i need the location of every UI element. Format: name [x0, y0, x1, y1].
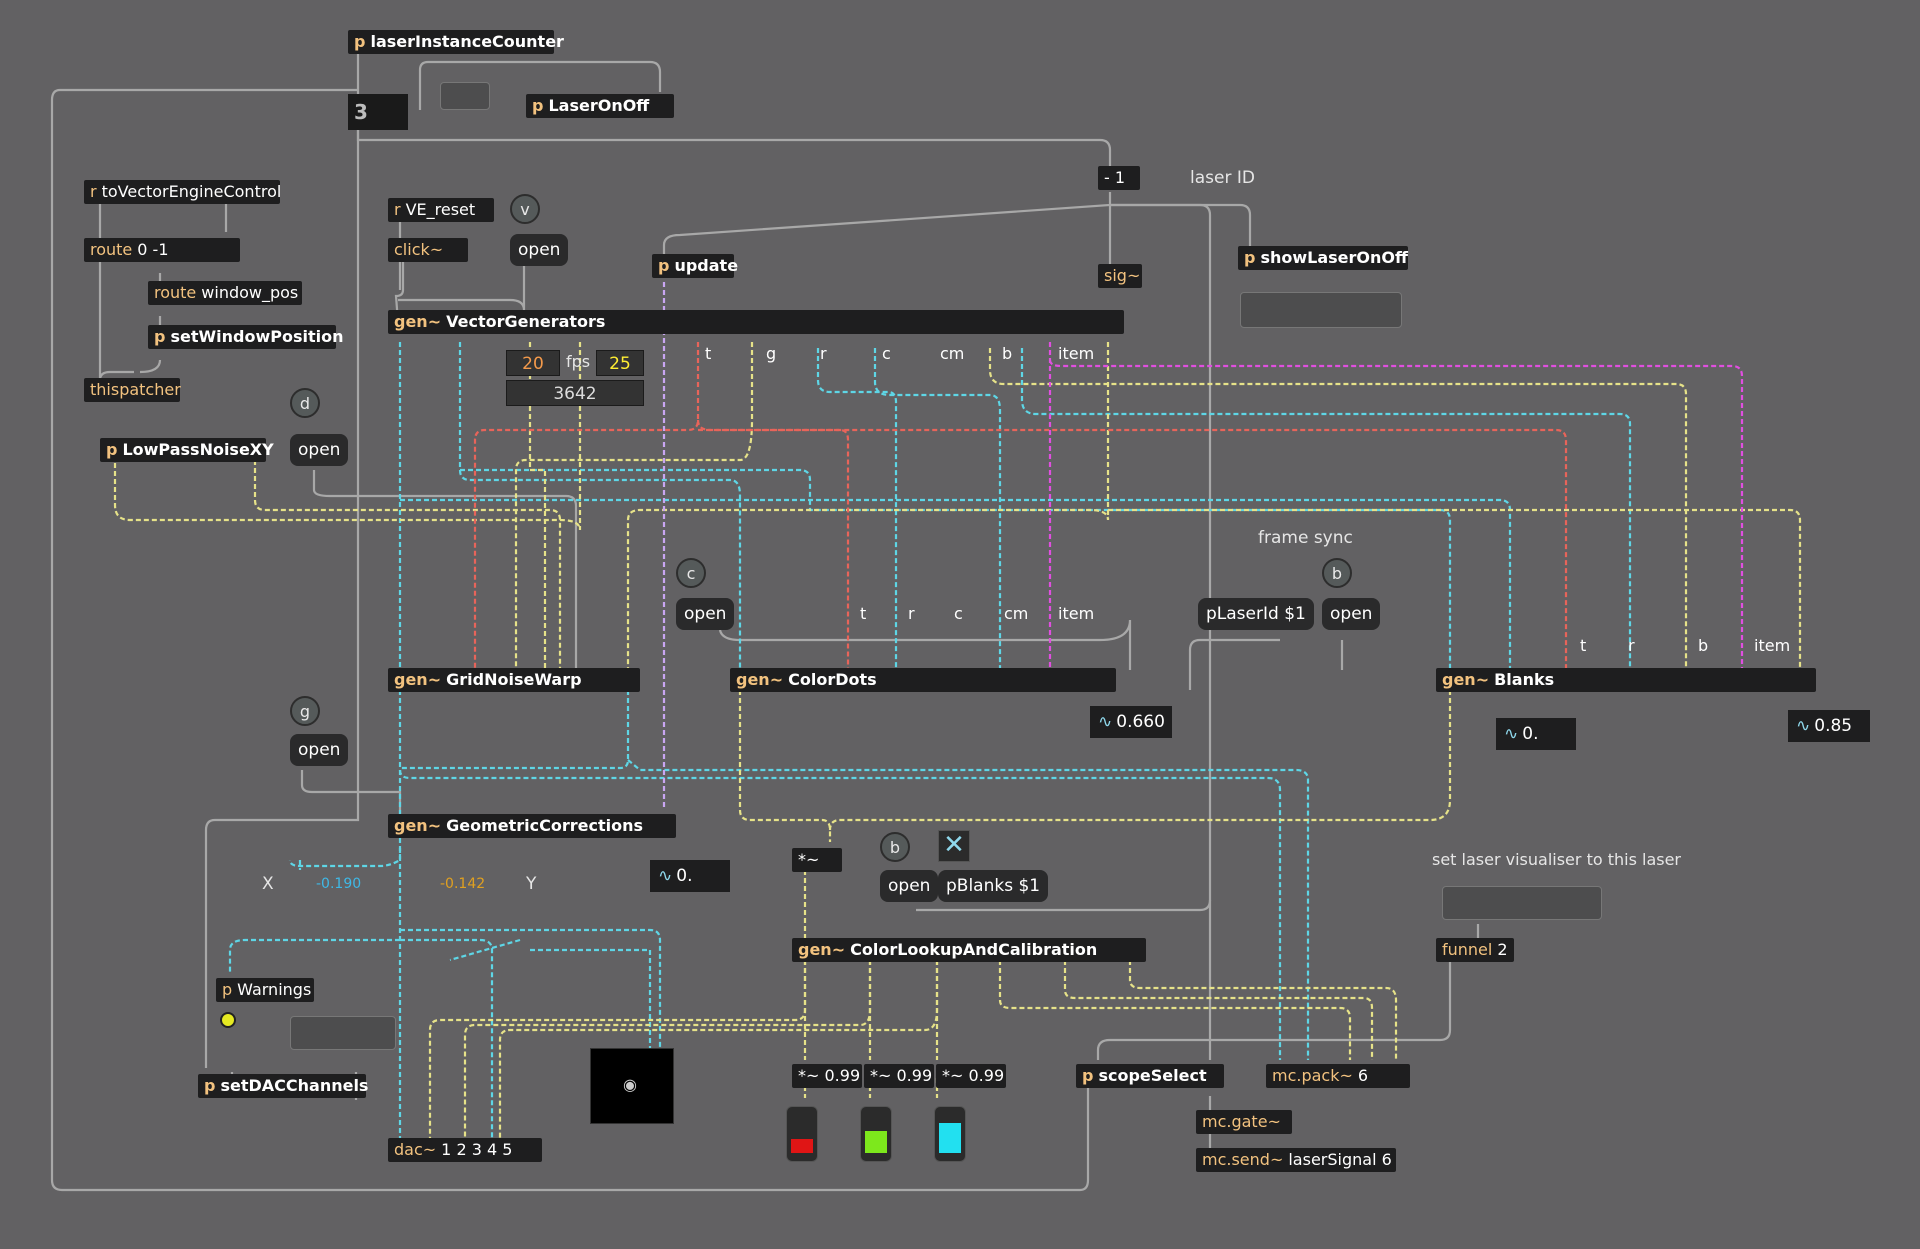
empty-message-box[interactable]: [440, 82, 490, 110]
outlet-cm-label: cm: [940, 344, 965, 363]
signal-wave-icon: ∿: [1504, 724, 1519, 744]
plaserid-message[interactable]: pLaserId $1: [1198, 598, 1314, 630]
bang-b1[interactable]: b: [1322, 558, 1352, 588]
laser-instance-counter[interactable]: p laserInstanceCounter: [348, 30, 564, 54]
bl-item-label: item: [1754, 636, 1791, 655]
route-window-pos[interactable]: route window_pos: [148, 281, 302, 305]
laser-id-comment: laser ID: [1190, 168, 1255, 188]
dac-object[interactable]: dac~ 1 2 3 4 5: [388, 1138, 542, 1162]
signal-wave-icon: ∿: [1098, 712, 1113, 732]
open-v-message[interactable]: open: [510, 234, 569, 266]
show-laser-on-off[interactable]: p showLaserOnOff: [1238, 246, 1408, 270]
gen-grid-noise-warp[interactable]: gen~ GridNoiseWarp: [388, 668, 640, 692]
open-b1-message[interactable]: open: [1322, 598, 1381, 630]
mc-gate[interactable]: mc.gate~: [1196, 1110, 1292, 1134]
blanks-signal-display-1[interactable]: ∿ 0.: [1496, 718, 1576, 750]
cd-r-label: r: [908, 604, 915, 623]
cd-cm-label: cm: [1004, 604, 1029, 623]
scope-display[interactable]: ◉: [590, 1048, 674, 1124]
gain-red[interactable]: *~ 0.99: [792, 1064, 862, 1088]
geometric-signal-display[interactable]: ∿ 0.: [650, 860, 730, 892]
visualiser-message-box[interactable]: [1442, 886, 1602, 920]
bang-d[interactable]: d: [290, 388, 320, 418]
patcher-canvas[interactable]: p laserInstanceCounter 3 p LaserOnOff r toV…: [0, 0, 1920, 1249]
laser-on-off[interactable]: p LaserOnOff: [526, 94, 674, 118]
x-mark-icon: ✕: [943, 830, 965, 860]
route-object[interactable]: route 0 -1: [84, 238, 240, 262]
bl-t-label: t: [1580, 636, 1587, 655]
cd-item-label: item: [1058, 604, 1095, 623]
y-label: Y: [526, 874, 537, 894]
eye-icon: ◉: [623, 1075, 637, 1094]
bang-g[interactable]: g: [290, 696, 320, 726]
fps-label: fps: [566, 352, 591, 371]
color-dots-signal-display[interactable]: ∿ 0.660: [1090, 706, 1172, 738]
mc-pack[interactable]: mc.pack~ 6: [1266, 1064, 1410, 1088]
meter-red: [786, 1106, 818, 1162]
multiply-signal[interactable]: *~: [792, 848, 842, 872]
funnel-object[interactable]: funnel 2: [1436, 938, 1514, 962]
frame-sync-comment: frame sync: [1258, 528, 1353, 548]
laser-on-off-display: [1240, 292, 1402, 328]
warnings-display: [290, 1016, 396, 1050]
pblanks-message[interactable]: pBlanks $1: [938, 870, 1049, 902]
low-pass-noise-xy[interactable]: p LowPassNoiseXY: [100, 438, 274, 462]
signal-wave-icon: ∿: [658, 866, 673, 886]
fps-actual-number[interactable]: 25: [596, 350, 644, 376]
point-counter-number[interactable]: 3642: [506, 380, 644, 406]
patch-cords: [50, 52, 1802, 1192]
set-dac-channels[interactable]: p setDACChannels: [198, 1074, 368, 1098]
gen-blanks[interactable]: gen~ Blanks: [1436, 668, 1816, 692]
bl-b-label: b: [1698, 636, 1709, 655]
receive-to-vector-engine-control[interactable]: r toVectorEngineControl: [84, 180, 281, 204]
thispatcher-object[interactable]: thispatcher: [84, 378, 181, 402]
gen-vector-generators[interactable]: gen~ VectorGenerators: [388, 310, 1124, 334]
bang-v[interactable]: v: [510, 194, 540, 224]
x-value: -0.190: [316, 876, 362, 892]
instance-number-box[interactable]: 3: [348, 94, 408, 130]
gen-color-dots[interactable]: gen~ ColorDots: [730, 668, 1116, 692]
gen-geometric-corrections[interactable]: gen~ GeometricCorrections: [388, 814, 676, 838]
outlet-c-label: c: [882, 344, 891, 363]
outlet-t-label: t: [705, 344, 712, 363]
warnings-subpatcher[interactable]: p Warnings: [216, 978, 314, 1002]
mc-send[interactable]: mc.send~ laserSignal 6: [1196, 1148, 1396, 1172]
outlet-item-label: item: [1058, 344, 1095, 363]
open-b2-message[interactable]: open: [880, 870, 939, 902]
outlet-b-label: b: [1002, 344, 1013, 363]
bl-r-label: r: [1628, 636, 1635, 655]
y-value: -0.142: [440, 876, 486, 892]
bang-b2[interactable]: b: [880, 832, 910, 862]
update-subpatcher[interactable]: p update: [652, 254, 738, 278]
gen-color-lookup-calibration[interactable]: gen~ ColorLookupAndCalibration: [792, 938, 1146, 962]
cd-t-label: t: [860, 604, 867, 623]
sig-object[interactable]: sig~: [1098, 264, 1142, 288]
cd-c-label: c: [954, 604, 963, 623]
warning-led: [220, 1012, 236, 1028]
minus-one-object[interactable]: - 1: [1098, 166, 1140, 190]
set-visualiser-comment: set laser visualiser to this laser: [1432, 850, 1681, 869]
outlet-g-label: g: [766, 344, 777, 363]
gain-green[interactable]: *~ 0.99: [864, 1064, 934, 1088]
fps-target-number[interactable]: 20: [506, 350, 560, 376]
open-c-message[interactable]: open: [676, 598, 735, 630]
meter-green: [860, 1106, 892, 1162]
click-object[interactable]: click~: [388, 238, 468, 262]
blanks-signal-display-2[interactable]: ∿ 0.85: [1788, 710, 1870, 742]
x-label: X: [262, 874, 274, 894]
gain-blue[interactable]: *~ 0.99: [936, 1064, 1006, 1088]
set-window-position[interactable]: p setWindowPosition: [148, 325, 343, 349]
scope-select[interactable]: p scopeSelect: [1076, 1064, 1224, 1088]
bang-c[interactable]: c: [676, 558, 706, 588]
signal-wave-icon: ∿: [1796, 716, 1811, 736]
open-g-message[interactable]: open: [290, 734, 349, 766]
open-d-message[interactable]: open: [290, 434, 349, 466]
meter-cyan: [934, 1106, 966, 1162]
toggle-x[interactable]: ✕: [938, 830, 970, 862]
outlet-r-label: r: [820, 344, 827, 363]
receive-ve-reset[interactable]: r VE_reset: [388, 198, 494, 222]
